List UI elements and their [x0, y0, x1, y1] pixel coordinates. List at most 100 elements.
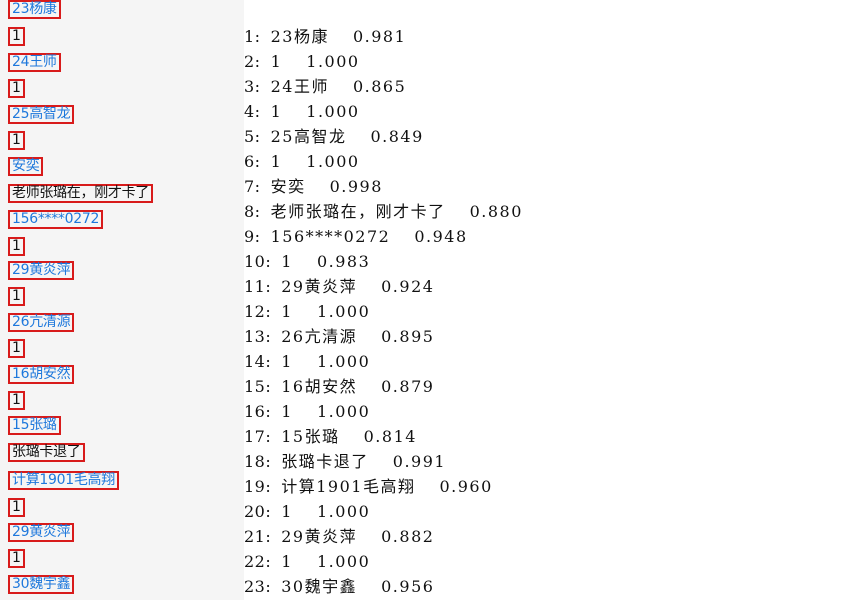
result-text: 25高智龙 — [270, 127, 347, 146]
detection-box: 1 — [8, 131, 25, 150]
result-text: 1 — [281, 352, 293, 371]
result-line: 2: 1 1.000 — [244, 49, 844, 74]
result-text: 1 — [281, 302, 293, 321]
result-index: 20: — [244, 502, 272, 521]
result-text: 老师张璐在，刚才卡了 — [270, 202, 446, 221]
result-line: 13: 26亢清源 0.895 — [244, 324, 844, 349]
result-text: 16胡安然 — [281, 377, 358, 396]
result-index: 19: — [244, 477, 272, 496]
detection-box: 25高智龙 — [8, 105, 75, 124]
result-score: 0.814 — [363, 427, 417, 446]
result-text: 23杨康 — [270, 27, 329, 46]
result-score: 1.000 — [316, 502, 371, 521]
detection-box: 计算1901毛高翔 — [8, 471, 119, 490]
result-line: 16: 1 1.000 — [244, 399, 844, 424]
result-index: 8: — [244, 202, 261, 221]
result-index: 2: — [244, 52, 261, 71]
result-index: 4: — [244, 102, 261, 121]
result-score: 0.981 — [352, 27, 407, 46]
result-index: 9: — [244, 227, 261, 246]
detection-box: 30魏宇鑫 — [8, 575, 75, 594]
detection-box: 1 — [8, 27, 25, 46]
result-index: 23: — [244, 577, 272, 596]
result-line: 19: 计算1901毛高翔 0.960 — [244, 474, 844, 499]
result-text: 26亢清源 — [281, 327, 358, 346]
detection-box: 23杨康 — [8, 0, 61, 19]
result-score: 0.991 — [392, 452, 447, 471]
detection-box: 安奕 — [8, 157, 44, 176]
result-line: 9: 156****0272 0.948 — [244, 224, 844, 249]
detection-box: 16胡安然 — [8, 365, 75, 384]
result-text: 1 — [281, 252, 293, 271]
result-index: 18: — [244, 452, 272, 471]
result-text: 1 — [281, 402, 293, 421]
detection-box: 1 — [8, 391, 25, 410]
detection-box: 1 — [8, 79, 25, 98]
result-text: 29黄炎萍 — [281, 277, 358, 296]
detection-box: 29黄炎萍 — [8, 261, 75, 280]
result-line: 8: 老师张璐在，刚才卡了 0.880 — [244, 199, 844, 224]
detection-box: 26亢清源 — [8, 313, 75, 332]
result-index: 15: — [244, 377, 272, 396]
result-index: 14: — [244, 352, 272, 371]
result-line: 3: 24王师 0.865 — [244, 74, 844, 99]
result-line: 14: 1 1.000 — [244, 349, 844, 374]
result-line: 12: 1 1.000 — [244, 299, 844, 324]
detection-box: 老师张璐在，刚才卡了 — [8, 184, 153, 203]
result-line: 5: 25高智龙 0.849 — [244, 124, 844, 149]
result-text: 24王师 — [270, 77, 329, 96]
result-score: 0.849 — [370, 127, 424, 146]
detection-box: 24王师 — [8, 53, 61, 72]
result-score: 0.960 — [439, 477, 493, 496]
result-score: 0.956 — [381, 577, 435, 596]
result-index: 3: — [244, 77, 261, 96]
result-index: 7: — [244, 177, 261, 196]
ocr-detection-image: 23杨康 1 24王师 1 25高智龙 1 安奕老师张璐在，刚才卡了 156****0272 1… — [0, 0, 244, 600]
result-line: 20: 1 1.000 — [244, 499, 844, 524]
detection-box: 1 — [8, 287, 25, 306]
result-line: 6: 1 1.000 — [244, 149, 844, 174]
result-text: 15张璐 — [281, 427, 340, 446]
detection-box: 1 — [8, 549, 25, 568]
result-score: 1.000 — [316, 402, 371, 421]
result-text: 29黄炎萍 — [281, 527, 358, 546]
result-index: 21: — [244, 527, 272, 546]
result-line: 1: 23杨康 0.981 — [244, 24, 844, 49]
result-score: 1.000 — [316, 352, 371, 371]
result-text: 1 — [270, 52, 283, 71]
result-index: 6: — [244, 152, 261, 171]
result-line: 23: 30魏宇鑫 0.956 — [244, 574, 844, 599]
result-line: 10: 1 0.983 — [244, 249, 844, 274]
result-index: 5: — [244, 127, 261, 146]
result-score: 0.983 — [316, 252, 371, 271]
result-text: 1 — [281, 552, 293, 571]
result-score: 0.882 — [381, 527, 435, 546]
result-line: 21: 29黄炎萍 0.882 — [244, 524, 844, 549]
detection-box: 156****0272 — [8, 210, 104, 229]
result-score: 1.000 — [306, 52, 360, 71]
result-score: 0.865 — [352, 77, 407, 96]
result-score: 0.880 — [469, 202, 523, 221]
result-text: 安奕 — [270, 177, 306, 196]
result-line: 15: 16胡安然 0.879 — [244, 374, 844, 399]
result-line: 22: 1 1.000 — [244, 549, 844, 574]
result-score: 1.000 — [306, 102, 360, 121]
result-index: 10: — [244, 252, 272, 271]
result-text: 1 — [270, 102, 283, 121]
result-text: 计算1901毛高翔 — [281, 477, 416, 496]
result-score: 0.895 — [381, 327, 435, 346]
detection-box: 1 — [8, 237, 25, 256]
detection-box: 1 — [8, 498, 25, 517]
result-index: 17: — [244, 427, 272, 446]
result-text: 156****0272 — [270, 227, 391, 246]
result-score: 0.948 — [414, 227, 468, 246]
result-score: 0.879 — [381, 377, 435, 396]
result-index: 16: — [244, 402, 272, 421]
result-score: 1.000 — [316, 552, 371, 571]
ocr-results-list: 1: 23杨康 0.981 2: 1 1.000 3: 24王师 0.865 4: 1 1.000 5:… — [244, 24, 844, 600]
result-line: 17: 15张璐 0.814 — [244, 424, 844, 449]
result-text: 张璐卡退了 — [281, 452, 369, 471]
result-text: 30魏宇鑫 — [281, 577, 358, 596]
result-score: 0.924 — [381, 277, 435, 296]
result-index: 11: — [244, 277, 272, 296]
